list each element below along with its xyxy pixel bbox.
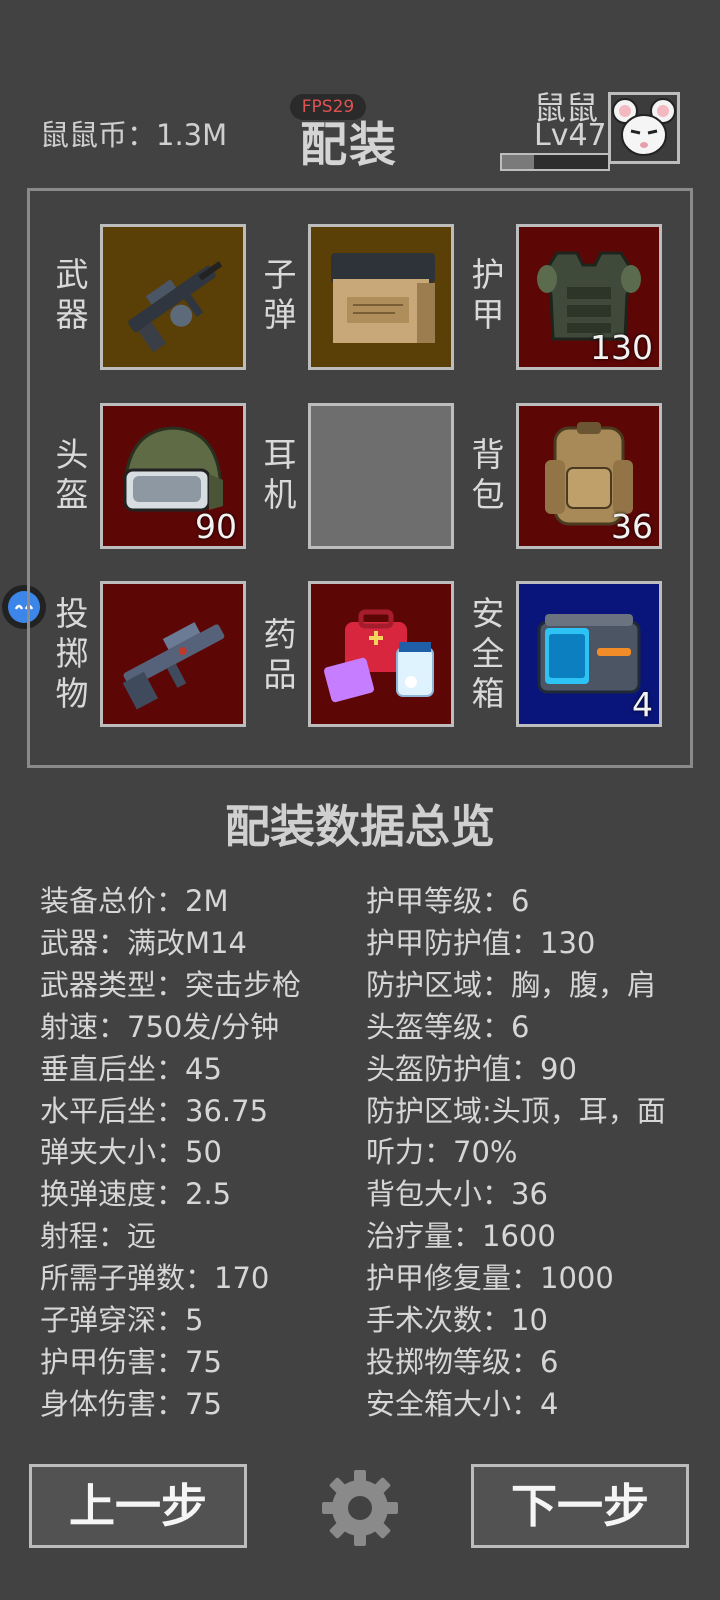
user-level: Lv47 bbox=[534, 118, 607, 153]
slot-label-ammo: 子弹 bbox=[263, 255, 297, 334]
slot-weapon[interactable] bbox=[100, 224, 246, 370]
slot-label-armor: 护甲 bbox=[471, 255, 505, 334]
slot-label-throwable: 投掷物 bbox=[55, 594, 89, 713]
xp-progress-bar bbox=[500, 153, 610, 171]
slot-safe-box[interactable]: 4 bbox=[516, 581, 662, 727]
stat-line: 所需子弹数：170 bbox=[40, 1261, 270, 1296]
stat-line: 水平后坐：36.75 bbox=[40, 1093, 269, 1128]
equipment-panel: 武器 子弹 护甲 130 头 盔 90 耳 机 背 包 36 投 掷 物 药 品… bbox=[27, 188, 693, 768]
slot-ammo[interactable] bbox=[308, 224, 454, 370]
slot-headset-empty[interactable] bbox=[308, 403, 454, 549]
medkit-icon bbox=[323, 609, 434, 703]
coin-balance: 鼠鼠币：1.3M bbox=[40, 118, 228, 152]
slot-label-weapon: 武器 bbox=[55, 255, 89, 334]
slot-label-headset: 耳机 bbox=[263, 435, 297, 514]
ammo-box-icon bbox=[331, 253, 435, 343]
stat-line: 垂直后坐：45 bbox=[40, 1051, 222, 1086]
stat-line: 投掷物等级：6 bbox=[366, 1344, 559, 1379]
avatar[interactable] bbox=[608, 92, 680, 164]
xp-progress-fill bbox=[502, 155, 534, 169]
stat-line: 背包大小：36 bbox=[366, 1177, 548, 1212]
stat-line: 防护区域:头顶，耳，面 bbox=[366, 1093, 666, 1128]
stat-line: 装备总价：2M bbox=[40, 884, 229, 918]
summary-title: 配装数据总览 bbox=[224, 800, 495, 853]
slot-backpack[interactable]: 36 bbox=[516, 403, 662, 549]
safe-box-count: 4 bbox=[632, 685, 653, 724]
stat-line: 头盔防护值：90 bbox=[366, 1051, 577, 1086]
stat-line: 武器类型：突击步枪 bbox=[40, 967, 302, 1002]
stat-line: 手术次数：10 bbox=[366, 1303, 548, 1337]
stat-line: 治疗量：1600 bbox=[366, 1219, 556, 1254]
stat-line: 身体伤害：75 bbox=[40, 1386, 222, 1421]
slot-helmet[interactable]: 90 bbox=[100, 403, 246, 549]
stat-line: 护甲修复量：1000 bbox=[366, 1261, 614, 1296]
stat-line: 射程：远 bbox=[40, 1219, 157, 1254]
slot-label-backpack: 背包 bbox=[471, 435, 505, 514]
stat-line: 听力：70% bbox=[366, 1135, 518, 1170]
stat-line: 射速：750发/分钟 bbox=[40, 1009, 280, 1044]
prev-step-button[interactable]: 上一步 bbox=[29, 1464, 247, 1548]
slot-label-medicine: 药品 bbox=[263, 615, 297, 694]
slot-label-helmet: 头盔 bbox=[55, 435, 89, 514]
stat-line: 防护区域：胸，腹，肩 bbox=[366, 967, 657, 1002]
armor-count: 130 bbox=[590, 328, 653, 367]
stat-line: 武器：满改M14 bbox=[40, 925, 247, 960]
stat-line: 安全箱大小：4 bbox=[366, 1386, 559, 1421]
stat-line: 子弹穿深：5 bbox=[40, 1303, 204, 1337]
stat-line: 护甲等级：6 bbox=[366, 884, 530, 918]
slot-label-safe-box: 安全箱 bbox=[471, 594, 505, 713]
helmet-count: 90 bbox=[195, 507, 237, 546]
backpack-count: 36 bbox=[611, 507, 653, 546]
launcher-icon bbox=[122, 622, 225, 710]
stat-line: 换弹速度：2.5 bbox=[40, 1177, 232, 1212]
stat-line: 头盔等级：6 bbox=[366, 1009, 530, 1044]
settings-gear-icon[interactable] bbox=[316, 1464, 404, 1552]
next-step-button[interactable]: 下一步 bbox=[471, 1464, 689, 1548]
mouse-avatar-icon bbox=[612, 98, 676, 156]
slot-medicine[interactable] bbox=[308, 581, 454, 727]
stat-line: 护甲伤害：75 bbox=[40, 1344, 222, 1379]
slot-armor[interactable]: 130 bbox=[516, 224, 662, 370]
stat-line: 弹夹大小：50 bbox=[40, 1135, 222, 1170]
stat-line: 护甲防护值：130 bbox=[366, 925, 596, 960]
rifle-icon bbox=[128, 261, 223, 353]
page-title: 配装 bbox=[300, 118, 398, 173]
slot-throwable[interactable] bbox=[100, 581, 246, 727]
